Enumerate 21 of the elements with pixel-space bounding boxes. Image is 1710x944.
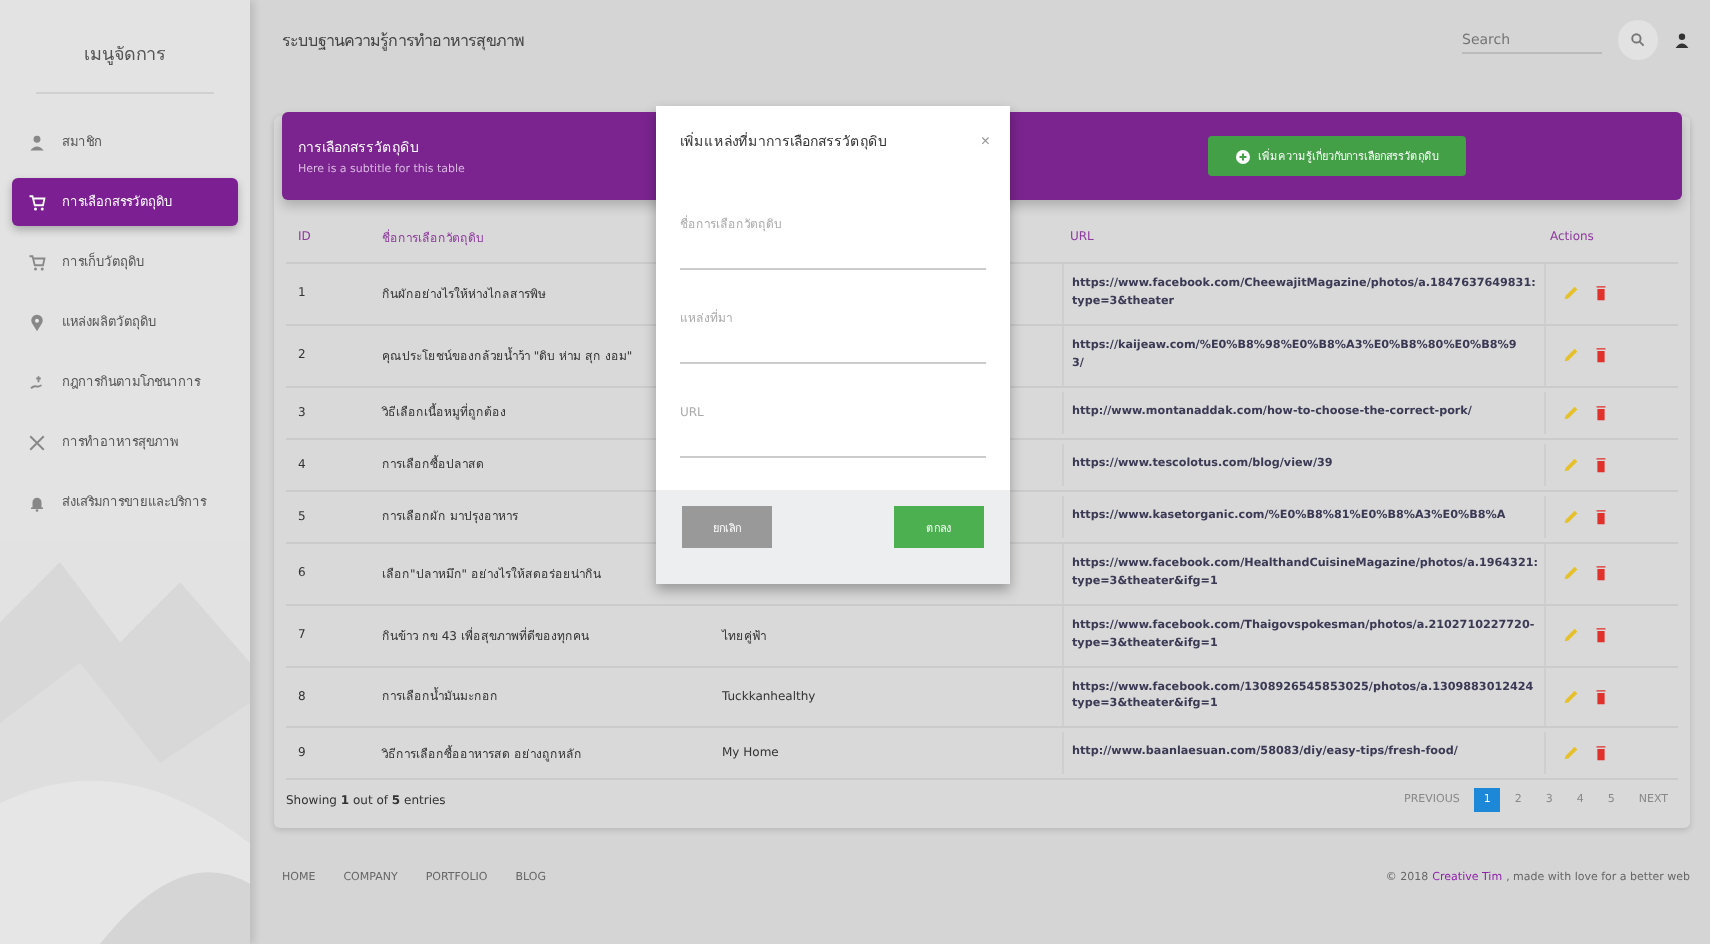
trash-icon[interactable]: [1592, 403, 1610, 422]
search-icon: [1630, 32, 1646, 48]
page-title: ระบบฐานความรู้การทำอาหารสุขภาพ: [280, 29, 524, 53]
close-button[interactable]: ×: [980, 130, 990, 152]
user-icon[interactable]: [1674, 32, 1690, 48]
person-icon: [28, 133, 46, 151]
trash-icon[interactable]: [1592, 346, 1610, 365]
trash-icon[interactable]: [1592, 564, 1610, 583]
trash-icon[interactable]: [1592, 744, 1610, 763]
plus-circle-icon: [1236, 149, 1250, 163]
cart-icon: [28, 193, 46, 211]
trash-icon[interactable]: [1592, 687, 1610, 706]
search-button[interactable]: [1618, 20, 1658, 60]
trash-icon[interactable]: [1592, 626, 1610, 645]
pin-icon: [28, 313, 46, 331]
trash-icon[interactable]: [1592, 455, 1610, 474]
trash-icon[interactable]: [1592, 507, 1610, 526]
sidebar-title: เมนูจัดการ: [36, 0, 214, 94]
bell-icon: [28, 493, 46, 511]
trash-icon[interactable]: [1592, 284, 1610, 303]
cart-icon: [28, 253, 46, 271]
